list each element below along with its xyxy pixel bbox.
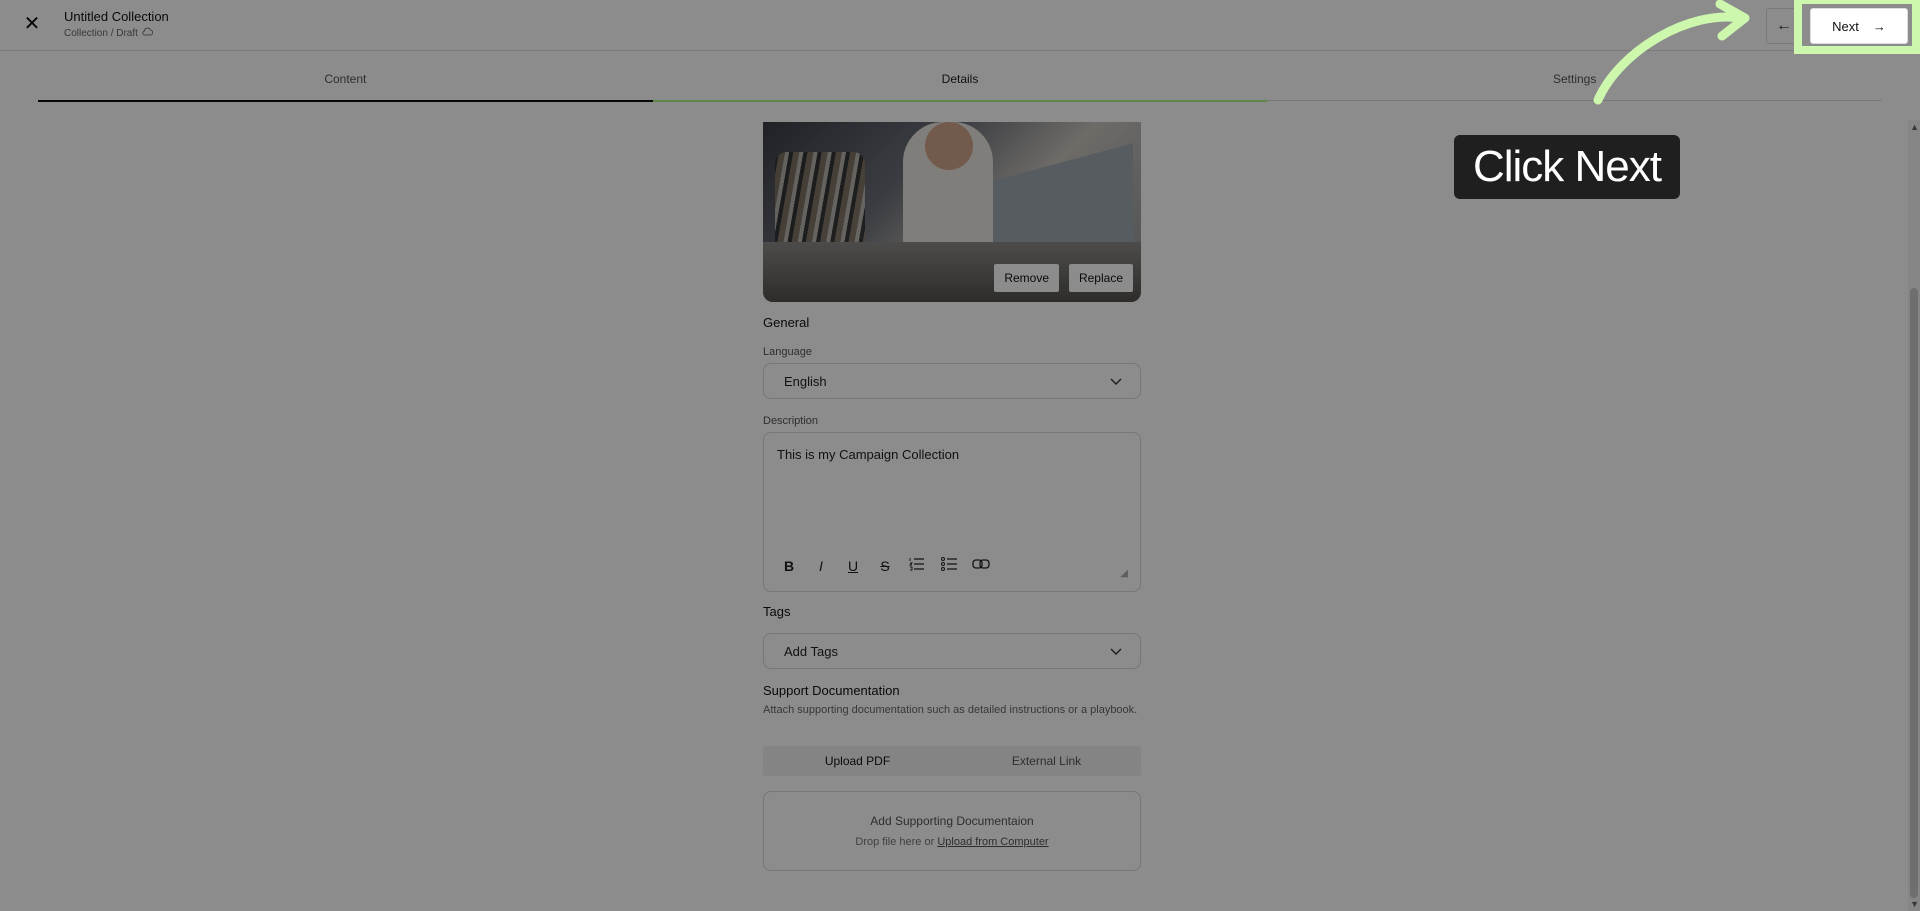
image-head [925,122,973,170]
scroll-up-icon[interactable]: ▲ [1910,122,1919,132]
bold-icon[interactable]: B [780,557,798,575]
tooltip-click-next: Click Next [1454,135,1680,199]
strikethrough-icon[interactable]: S [876,557,894,575]
file-dropzone[interactable]: Add Supporting Documentaion Drop file he… [763,791,1141,871]
remove-image-button[interactable]: Remove [994,264,1059,292]
general-heading: General [763,315,810,330]
description-label: Description [763,415,819,427]
tab-content[interactable]: Content [38,72,653,102]
tags-placeholder: Add Tags [784,643,838,659]
tab-upload-pdf[interactable]: Upload PDF [763,746,952,776]
support-help-text: Attach supporting documentation such as … [763,704,1138,716]
language-select[interactable]: English [763,363,1141,399]
close-icon[interactable]: ✕ [20,12,44,36]
underline-icon[interactable]: U [844,557,862,575]
tab-external-link[interactable]: External Link [952,746,1141,776]
italic-icon[interactable]: I [812,557,830,575]
breadcrumb: Collection / Draft [64,27,169,39]
page-title: Untitled Collection [64,9,169,24]
cloud-sync-icon [142,27,154,39]
title-block: Untitled Collection Collection / Draft [64,9,169,39]
next-button-label-highlighted: Next [1832,18,1859,34]
arrow-right-icon: → [1872,18,1886,34]
chevron-down-icon [1110,374,1122,389]
tags-heading: Tags [763,604,791,619]
format-toolbar: B I U S [780,557,990,575]
pointer-arrow-icon [1593,0,1750,105]
doc-type-toggle: Upload PDF External Link [763,746,1141,776]
cover-image: Remove Replace [763,122,1141,302]
scrollbar-thumb[interactable] [1910,288,1918,898]
description-editor[interactable]: This is my Campaign Collection B I U S ◢ [763,432,1141,592]
dropzone-text: Drop file here or [855,836,935,848]
next-button-highlighted[interactable]: Next → [1810,8,1908,44]
chevron-down-icon [1110,644,1122,659]
language-label: Language [763,346,812,358]
tab-settings[interactable]: Settings [1267,72,1883,101]
bulleted-list-icon[interactable] [940,557,958,575]
tags-select[interactable]: Add Tags [763,633,1141,669]
support-heading: Support Documentation [763,683,900,698]
replace-image-button[interactable]: Replace [1068,264,1133,292]
resize-handle-icon[interactable]: ◢ [1120,568,1128,579]
language-value: English [784,373,827,389]
dropzone-subtitle: Drop file here or Upload from Computer [764,836,1140,848]
numbered-list-icon[interactable] [908,557,926,575]
breadcrumb-text: Collection / Draft [64,27,138,39]
upload-from-computer-link[interactable]: Upload from Computer [937,836,1048,848]
scroll-down-icon[interactable]: ▼ [1910,899,1919,909]
link-icon[interactable] [972,557,990,575]
dropzone-title: Add Supporting Documentaion [870,814,1034,828]
tab-details[interactable]: Details [652,72,1268,102]
description-text: This is my Campaign Collection [777,447,960,462]
